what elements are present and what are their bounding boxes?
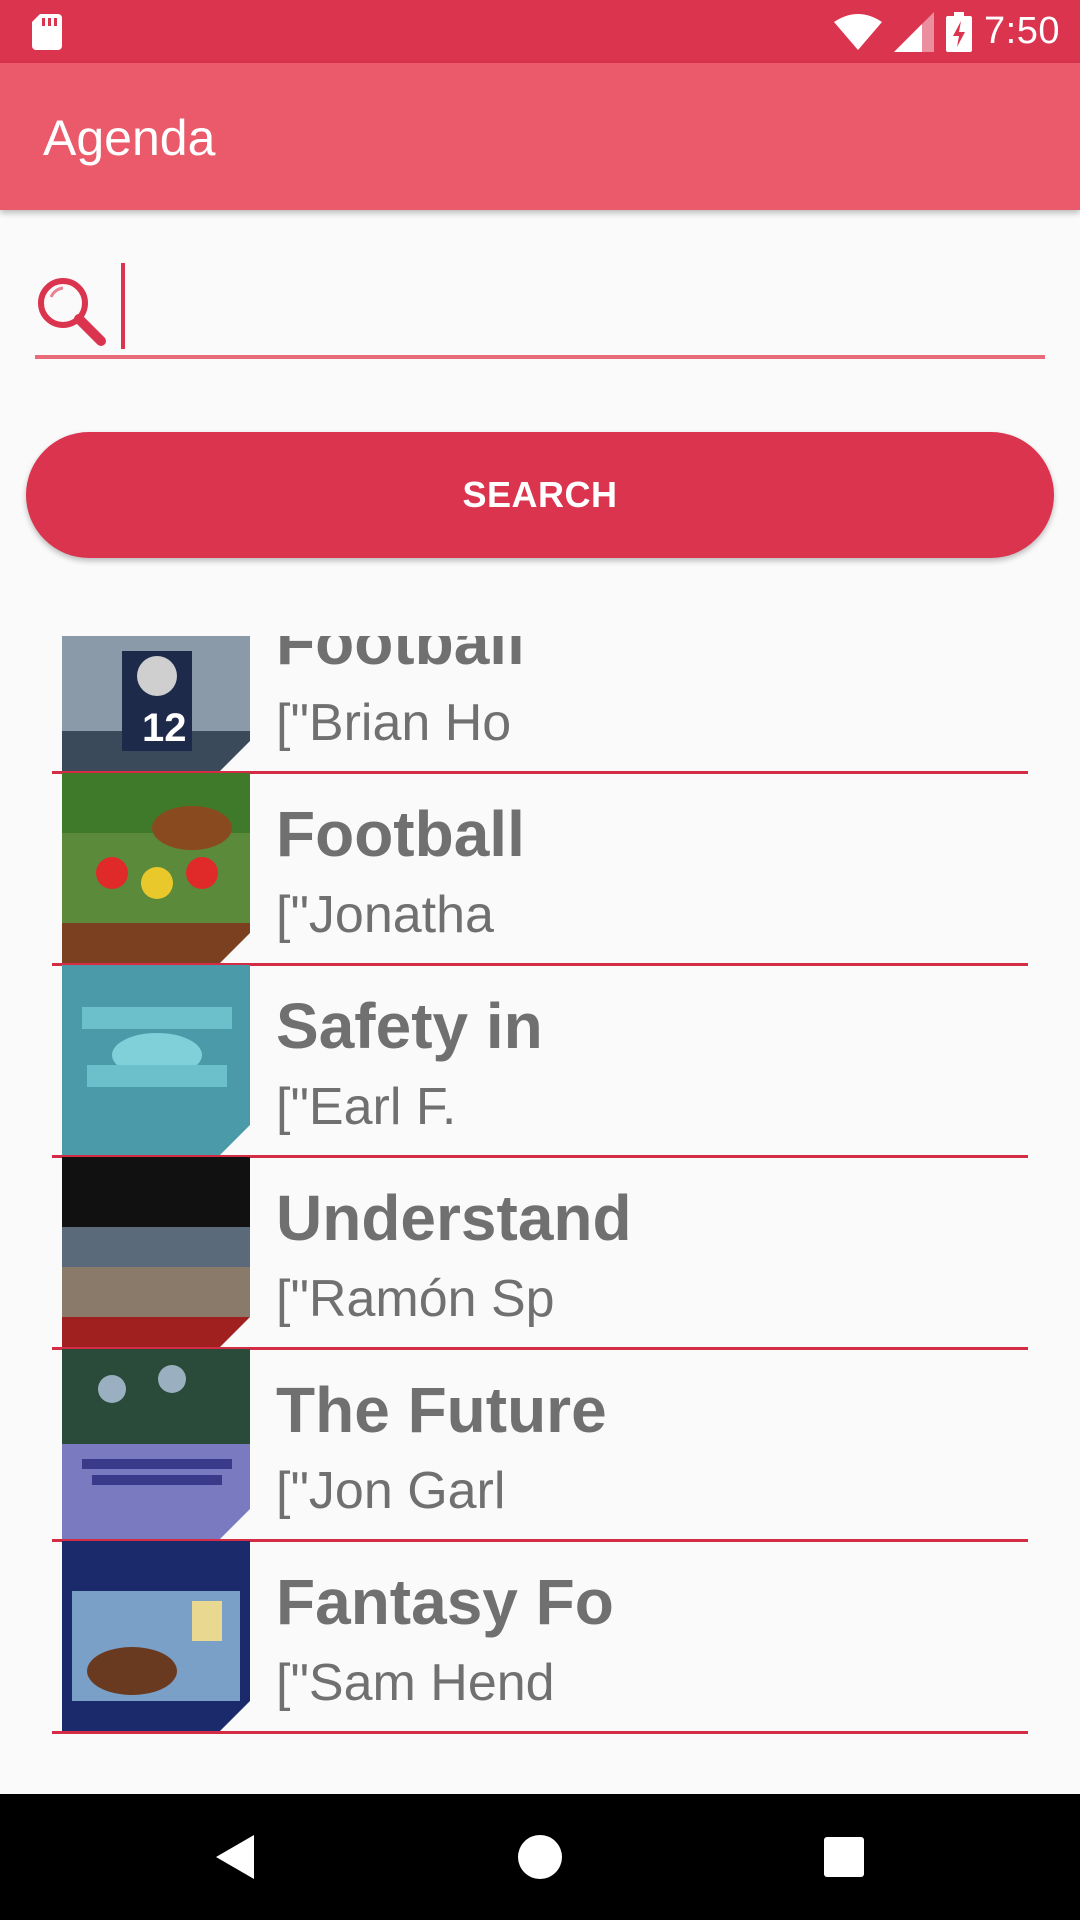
list-item[interactable]: Football ["Jonatha [0,773,1080,966]
book-title: Safety in [276,990,543,1062]
book-title: Football [276,798,525,870]
list-item[interactable]: The Future ["Jon Garl [0,1349,1080,1542]
app-title: Agenda [43,110,216,166]
status-bar: 7:50 [0,0,1080,63]
list-item[interactable]: Safety in ["Earl F. [0,965,1080,1158]
list-item[interactable]: Fantasy Fo ["Sam Hend [0,1541,1080,1734]
text-cursor [121,263,125,349]
navigation-bar [0,1794,1080,1920]
book-list[interactable]: 12 Football ["Brian Ho Football ["Jonath… [0,636,1080,1742]
list-item[interactable]: Understand ["Ramón Sp [0,1157,1080,1350]
book-title: Understand [276,1182,632,1254]
wifi-icon [834,13,883,50]
book-author: ["Earl F. [276,1078,457,1136]
search-field[interactable] [35,255,1045,360]
cell-signal-icon [894,11,935,52]
book-cover-image [62,773,250,963]
svg-text:12: 12 [142,706,187,750]
book-title: The Future [276,1374,607,1446]
book-cover-image [62,965,250,1155]
book-title: Football [276,636,525,678]
app-bar: Agenda [0,63,1080,210]
back-icon[interactable] [206,1827,266,1887]
list-item[interactable]: 12 Football ["Brian Ho [0,636,1080,774]
book-cover-image [62,1349,250,1539]
search-button[interactable]: SEARCH [26,432,1054,558]
book-cover-image: 12 [62,636,250,771]
sd-card-icon [32,14,62,50]
book-author: ["Brian Ho [276,694,512,752]
status-time: 7:50 [984,10,1060,52]
search-icon [38,278,106,346]
book-author: ["Jon Garl [276,1462,506,1520]
book-cover-image [62,1157,250,1347]
recents-icon[interactable] [814,1827,874,1887]
book-author: ["Ramón Sp [276,1270,555,1328]
battery-charging-icon [946,11,973,52]
home-icon[interactable] [510,1827,570,1887]
divider [52,1731,1028,1734]
book-title: Fantasy Fo [276,1566,614,1638]
book-author: ["Sam Hend [276,1654,555,1712]
search-underline [35,355,1045,359]
book-cover-image [62,1541,250,1731]
search-input[interactable] [130,263,1034,351]
book-author: ["Jonatha [276,886,494,944]
